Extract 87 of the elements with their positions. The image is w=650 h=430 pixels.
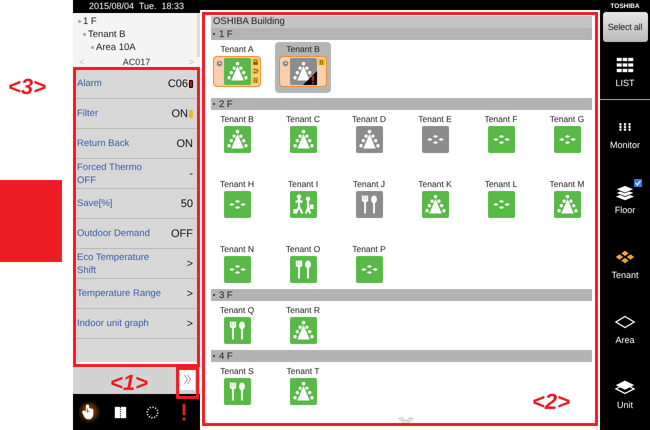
tree-node-icon <box>83 33 86 36</box>
setting-value: C06 <box>168 78 188 90</box>
tenant-button[interactable]: Tenant O <box>270 242 336 284</box>
alarm-indicator-icon <box>189 80 193 88</box>
sidebar-button[interactable]: Unit <box>600 360 650 425</box>
setting-value: ON <box>172 108 188 120</box>
tree-item[interactable]: 1 F <box>83 16 97 27</box>
toolbar-button[interactable] <box>78 401 100 423</box>
tenant-button[interactable]: Tenant R <box>270 303 336 345</box>
settings-row[interactable]: Temperature Range > <box>75 279 197 309</box>
setting-label: Temperature Range <box>77 287 161 300</box>
checkbox-icon[interactable] <box>634 178 642 186</box>
setting-label: Outdoor Demand <box>77 227 150 240</box>
settings-row[interactable]: Indoor unit graph > <box>75 309 197 339</box>
floor-header[interactable]: 4 F <box>211 350 592 362</box>
setting-label: Alarm <box>77 77 102 90</box>
tenant-button[interactable]: Tenant H <box>204 177 270 219</box>
setting-value: ON <box>176 138 193 150</box>
setting-label: Filter <box>77 107 98 120</box>
tenant-button[interactable]: Tenant G <box>534 112 600 154</box>
tenant-button[interactable]: Tenant F <box>468 112 534 154</box>
dotted-circle-icon <box>144 404 161 420</box>
double-chevron-icon <box>183 372 192 386</box>
tenant-button[interactable]: Tenant J <box>336 177 402 219</box>
floor-header[interactable]: 3 F <box>211 289 592 301</box>
setting-label: Forced Thermo OFF <box>77 160 143 186</box>
settings-row[interactable]: Return Back ON <box>75 129 197 159</box>
date-time: 2015/08/04 Tue. 18:33 <box>73 0 200 13</box>
building-title: OSHIBA Building <box>211 16 592 28</box>
settings-row[interactable]: Outdoor Demand OFF <box>75 219 197 249</box>
tenant-button[interactable]: Tenant D <box>336 112 402 154</box>
tree-item[interactable]: Tenant B <box>88 29 126 40</box>
setting-label: Save[%] <box>77 197 112 210</box>
settings-row[interactable]: Eco Temperature Shift > <box>75 249 197 279</box>
tenant-button[interactable]: Tenant C <box>270 112 336 154</box>
setting-value: > <box>186 258 193 270</box>
floor-header[interactable]: 2 F <box>211 98 592 110</box>
tenant-button[interactable]: Tenant A <box>209 42 265 93</box>
tenant-button[interactable]: Tenant S <box>204 364 270 406</box>
floor-label: 2 F <box>219 98 233 110</box>
setting-value: 50 <box>180 198 193 210</box>
tenant-button[interactable]: Tenant B <box>204 112 270 154</box>
sidebar-button[interactable]: Tenant <box>600 230 650 295</box>
setting-label: Indoor unit graph <box>77 317 149 330</box>
callout-label: <2> <box>532 390 570 414</box>
floor-label: 1 F <box>219 28 233 40</box>
setting-value: > <box>186 288 193 300</box>
tenant-button[interactable]: Tenant E <box>402 112 468 154</box>
filter-indicator-icon <box>189 110 193 118</box>
floor-label: 3 F <box>219 290 233 300</box>
settings-row[interactable]: Alarm C06 <box>75 69 197 99</box>
callout-label: <1> <box>110 371 148 395</box>
sidebar-button[interactable]: Area <box>600 295 650 360</box>
tenant-button[interactable]: Tenant N <box>204 242 270 284</box>
grid-icon <box>252 76 258 84</box>
setting-label: Return Back <box>77 137 130 150</box>
setting-label: Eco Temperature Shift <box>77 250 150 276</box>
setting-value: - <box>189 168 193 180</box>
tree-item[interactable]: Area 10A <box>96 42 136 53</box>
floor-label: 4 F <box>219 350 233 362</box>
tenant-button[interactable]: Tenant Q <box>204 303 270 345</box>
curved-arrow-icon <box>252 67 258 75</box>
callout-label: <3> <box>8 75 46 99</box>
unit-name: AC017 <box>122 57 150 67</box>
tenant-button[interactable]: Tenant P <box>336 242 402 284</box>
sidebar-button[interactable]: Monitor <box>600 100 650 165</box>
settings-row[interactable]: Forced Thermo OFF - <box>75 159 197 189</box>
sidebar-button[interactable]: LIST <box>600 42 650 100</box>
tenant-button[interactable]: Tenant B <box>275 42 331 93</box>
lock-icon <box>252 58 258 66</box>
tenant-button[interactable]: Tenant L <box>468 177 534 219</box>
setting-value: OFF <box>171 228 193 240</box>
settings-row[interactable]: Save[%] 50 <box>75 189 197 219</box>
floor-header[interactable]: 1 F <box>211 28 592 40</box>
tree-node-icon <box>78 20 81 23</box>
tree-node-icon <box>91 46 94 49</box>
settings-row[interactable]: Filter ON <box>75 99 197 129</box>
grid-icon <box>318 58 324 66</box>
setting-value: > <box>186 318 193 330</box>
tenant-button[interactable]: Tenant M <box>534 177 600 219</box>
select-all-button[interactable]: Select all <box>602 12 648 42</box>
tenant-button[interactable]: Tenant T <box>270 364 336 406</box>
tenant-button[interactable]: Tenant I <box>270 177 336 219</box>
sidebar-button[interactable]: Floor <box>600 165 650 230</box>
tenant-button[interactable]: Tenant K <box>402 177 468 219</box>
expand-button[interactable] <box>180 368 195 390</box>
exclamation-icon <box>182 404 186 420</box>
